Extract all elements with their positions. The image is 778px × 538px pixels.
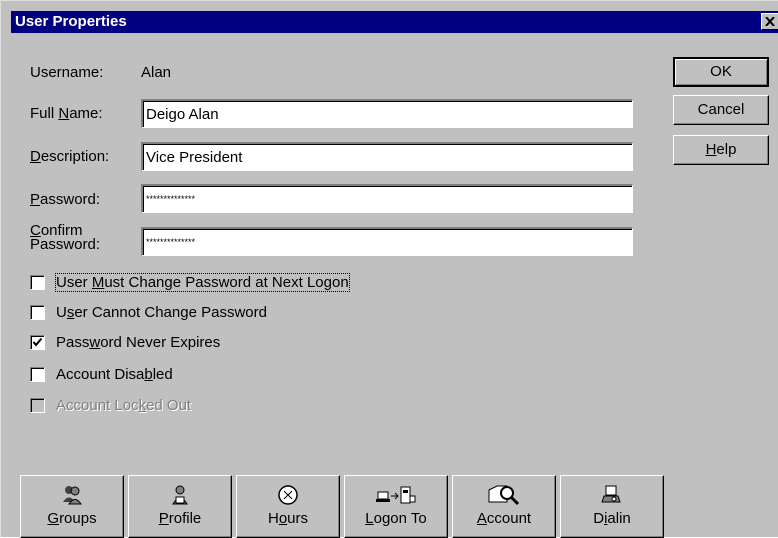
profile-button[interactable]: Profile [128, 475, 232, 538]
button-label: Hours [237, 510, 339, 527]
label-text: escription: [40, 148, 110, 165]
label-text: led [152, 366, 173, 383]
user-properties-dialog: User Properties Username: Alan Full Name… [0, 0, 778, 538]
label-text: Pass [56, 334, 90, 351]
label-accelerator: M [91, 274, 105, 291]
button-label: Logon To [345, 510, 447, 527]
label-text: Account Disa [56, 366, 145, 383]
confirm-password-input[interactable] [141, 227, 633, 256]
close-icon [762, 17, 778, 26]
logon-to-button[interactable]: Logon To [344, 475, 448, 538]
full-name-input[interactable] [141, 99, 633, 128]
label-text: ust Change Password at Next Logon [104, 274, 349, 291]
label-accelerator: k [138, 397, 147, 414]
label-text: alin [607, 510, 631, 527]
label-accelerator: A [476, 510, 487, 527]
hours-button[interactable]: Hours [236, 475, 340, 538]
label-text: ord Never Expires [100, 334, 221, 351]
username-value: Alan [141, 64, 172, 81]
account-button[interactable]: Account [452, 475, 556, 538]
checkbox-box[interactable] [30, 335, 45, 350]
dialin-icon [561, 484, 663, 506]
label-text: ed Out [146, 397, 192, 414]
full-name-label: Full Name: [30, 105, 103, 122]
button-label: Account [453, 510, 555, 527]
label-accelerator: b [144, 366, 153, 383]
button-label: Groups [21, 510, 123, 527]
label-accelerator: o [278, 510, 288, 527]
ok-button[interactable]: OK [673, 57, 769, 87]
logon-to-icon [345, 484, 447, 506]
description-input[interactable] [141, 142, 633, 171]
label-text: Password: [30, 236, 101, 253]
confirm-password-label: Confirm Password: [30, 223, 101, 253]
checkbox-box [30, 398, 45, 413]
label-text: Account Loc [56, 397, 139, 414]
label-text: Full [30, 105, 59, 122]
label-text: er Cannot Change Password [74, 304, 267, 321]
description-label: Description: [30, 148, 109, 165]
label-accelerator: w [89, 334, 101, 351]
label-text: elp [716, 141, 737, 158]
label-text: H [267, 510, 279, 527]
checkbox-label: User Must Change Password at Next Logon [55, 273, 350, 292]
label-accelerator: N [58, 105, 70, 122]
title-bar: User Properties [11, 11, 778, 33]
checkbox-label: Password Never Expires [56, 334, 220, 351]
close-button[interactable] [761, 13, 778, 30]
label-accelerator: G [47, 510, 60, 527]
label-accelerator: P [158, 510, 169, 527]
checkbox-box[interactable] [30, 275, 45, 290]
label-text: roups [59, 510, 97, 527]
button-label: Profile [129, 510, 231, 527]
profile-icon [129, 484, 231, 506]
label-text: User [56, 274, 92, 291]
password-input[interactable] [141, 184, 633, 213]
label-text: U [56, 304, 67, 321]
label-text: assword: [40, 191, 101, 208]
label-accelerator: D [30, 148, 41, 165]
checkbox-box[interactable] [30, 305, 45, 320]
label-text: ogon To [373, 510, 427, 527]
hours-icon [237, 484, 339, 506]
username-label: Username: [30, 64, 104, 81]
label-text: ame: [69, 105, 103, 122]
label-text: urs [287, 510, 309, 527]
checkbox-box[interactable] [30, 367, 45, 382]
label-text: rofile [168, 510, 202, 527]
button-label: Dialin [561, 510, 663, 527]
cancel-button[interactable]: Cancel [673, 95, 769, 125]
label-accelerator: H [705, 141, 717, 158]
help-button[interactable]: Help [673, 135, 769, 165]
password-label: Password: [30, 191, 100, 208]
checkbox-label: Account Locked Out [56, 397, 191, 414]
window-title: User Properties [15, 13, 127, 30]
checkbox-label: User Cannot Change Password [56, 304, 267, 321]
groups-icon [21, 484, 123, 506]
label-accelerator: L [365, 510, 374, 527]
groups-button[interactable]: Groups [20, 475, 124, 538]
dialin-button[interactable]: Dialin [560, 475, 664, 538]
label-text: ccount [486, 510, 532, 527]
account-icon [453, 484, 555, 506]
checkbox-label: Account Disabled [56, 366, 173, 383]
label-accelerator: P [30, 191, 41, 208]
label-text: D [593, 510, 605, 527]
